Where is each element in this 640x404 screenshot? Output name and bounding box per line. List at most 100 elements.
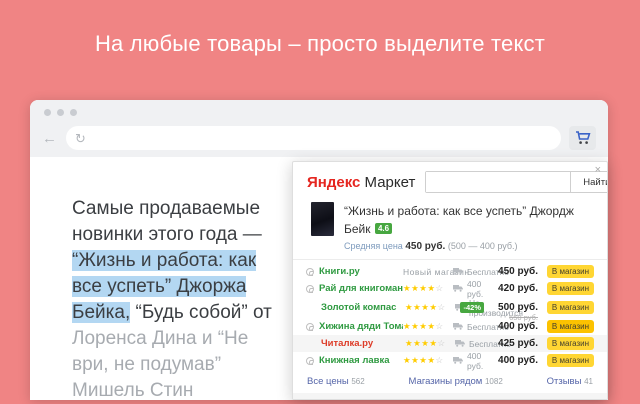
browser-toolbar: ← ↻ bbox=[30, 126, 608, 150]
delivery-info: Бесплатно bbox=[455, 339, 511, 349]
article-segment: Самые продаваемые новинки этого года — bbox=[72, 198, 262, 245]
offer-row: Книги.ру Новый магазин Бесплатно 450 руб… bbox=[293, 263, 607, 280]
popup-footer-links: Все цены 562 Магазины рядом 1082 Отзывы … bbox=[293, 369, 607, 393]
window-dot-icon bbox=[57, 109, 64, 116]
star-full-icon: ★★★★ bbox=[403, 283, 436, 293]
yandex-market-logo[interactable]: Яндекс Маркет bbox=[307, 174, 415, 191]
delivery-text: 400 руб. bbox=[467, 278, 484, 299]
offers-list: Книги.ру Новый магазин Бесплатно 450 руб… bbox=[293, 259, 607, 371]
star-empty-icon: ☆ bbox=[435, 355, 444, 365]
shop-note: Новый магазин bbox=[403, 266, 470, 277]
offer-price: 400 руб. bbox=[498, 321, 538, 332]
search-button[interactable]: Найти bbox=[570, 172, 607, 192]
star-empty-icon: ☆ bbox=[435, 283, 444, 293]
average-price-value: 450 руб. bbox=[405, 241, 446, 252]
nearby-shops-count: 1082 bbox=[484, 377, 503, 386]
to-shop-button[interactable]: В магазин bbox=[547, 265, 594, 278]
average-price-line: Средняя цена 450 руб. (500 — 400 руб.) bbox=[344, 241, 593, 252]
article-text: Самые продаваемые новинки этого года — “… bbox=[72, 196, 282, 404]
popup-header: Яндекс Маркет Найти bbox=[293, 162, 607, 199]
banner-title: На любые товары – просто выделите текст bbox=[94, 31, 546, 56]
nearby-shops-label: Магазины рядом bbox=[408, 376, 483, 387]
truck-icon bbox=[453, 285, 463, 292]
offer-price: 500 руб. 650 руб. bbox=[488, 302, 538, 322]
offer-row: Рай для книгоманов ★★★★☆ 400 руб. 420 ру… bbox=[293, 279, 607, 299]
star-full-icon: ★★★★ bbox=[403, 321, 436, 331]
browser-window: ← ↻ Самые продаваемые новинки этого года… bbox=[30, 100, 608, 401]
article-segment: Лоренса Дина и “Не ври, не подумав” Мише… bbox=[72, 328, 249, 401]
shop-link[interactable]: Рай для книгоманов bbox=[319, 283, 403, 294]
truck-icon bbox=[455, 340, 465, 347]
shop-link[interactable]: Книжная лавка bbox=[319, 355, 403, 366]
offer-row: Хижина дяди Тома ★★★★☆ Бесплатно 400 руб… bbox=[293, 318, 607, 335]
window-dot-icon bbox=[70, 109, 77, 116]
price-range: (500 — 400 руб.) bbox=[447, 241, 518, 251]
reload-icon[interactable]: ↻ bbox=[75, 132, 86, 145]
book-cover-thumbnail bbox=[311, 202, 334, 236]
article-segment: “Будь собой” от bbox=[130, 302, 272, 323]
rating-badge: 4.6 bbox=[374, 223, 393, 234]
delivery-info: Бесплатно bbox=[453, 267, 509, 277]
search-input[interactable] bbox=[426, 172, 571, 192]
star-empty-icon: ☆ bbox=[435, 321, 444, 331]
shop-rating-stars: ★★★★☆ bbox=[405, 302, 455, 313]
address-bar[interactable]: ↻ bbox=[66, 126, 561, 150]
to-shop-button[interactable]: В магазин bbox=[547, 337, 594, 350]
reviews-count: 41 bbox=[584, 377, 593, 386]
offer-row: Книжная лавка ★★★★☆ 400 руб. 400 руб. В … bbox=[293, 350, 607, 371]
offer-price: 420 руб. bbox=[498, 283, 538, 294]
truck-icon bbox=[453, 323, 463, 330]
browser-chrome: ← ↻ bbox=[30, 100, 608, 157]
offer-price: 450 руб. bbox=[498, 266, 538, 277]
star-full-icon: ★★★★ bbox=[405, 302, 438, 312]
to-shop-button[interactable]: В магазин bbox=[547, 354, 594, 367]
logo-market: Маркет bbox=[364, 173, 416, 191]
shop-rating-stars: ★★★★☆ bbox=[403, 355, 453, 366]
shop-link[interactable]: Читалка.ру bbox=[321, 338, 405, 349]
shop-favicon-icon bbox=[306, 356, 314, 365]
to-shop-button[interactable]: В магазин bbox=[547, 282, 594, 295]
all-prices-label: Все цены bbox=[307, 376, 349, 387]
shop-rating-stars: ★★★★☆ bbox=[403, 283, 453, 294]
shop-favicon-icon bbox=[306, 267, 314, 276]
product-info: “Жизнь и работа: как все успеть” Джордж … bbox=[344, 202, 593, 252]
logo-yandex: Яндекс bbox=[307, 173, 361, 191]
market-extension-button[interactable] bbox=[569, 126, 596, 150]
shop-rating-stars: ★★★★☆ bbox=[405, 338, 455, 349]
all-prices-link[interactable]: Все цены 562 bbox=[307, 376, 365, 387]
reviews-link[interactable]: Отзывы 41 bbox=[547, 376, 593, 387]
reviews-label: Отзывы bbox=[546, 376, 582, 387]
current-shop-bar: Вы на странице магазина Magazzzinne.ru ★… bbox=[293, 393, 607, 399]
delivery-info: Бесплатно bbox=[453, 322, 509, 332]
all-prices-count: 562 bbox=[351, 377, 365, 386]
nearby-shops-link[interactable]: Магазины рядом 1082 bbox=[409, 376, 503, 387]
delivery-info: 400 руб. bbox=[453, 279, 488, 299]
truck-icon bbox=[453, 357, 463, 364]
average-price-label: Средняя цена bbox=[344, 241, 403, 251]
star-empty-icon: ☆ bbox=[437, 302, 446, 312]
shop-link[interactable]: Хижина дяди Тома bbox=[319, 321, 403, 332]
offer-row: Золотой компас ★★★★☆ Не производится -42… bbox=[293, 297, 607, 322]
star-full-icon: ★★★★ bbox=[405, 338, 438, 348]
star-empty-icon: ☆ bbox=[437, 338, 446, 348]
close-icon[interactable]: × bbox=[595, 164, 601, 176]
to-shop-button[interactable]: В магазин bbox=[547, 320, 594, 333]
offer-row: Читалка.ру ★★★★☆ Бесплатно 425 руб. В ма… bbox=[293, 335, 607, 352]
offer-price-value: 500 руб. bbox=[498, 302, 538, 313]
back-icon[interactable]: ← bbox=[42, 131, 57, 146]
shop-link[interactable]: Золотой компас bbox=[321, 302, 405, 313]
window-dot-icon bbox=[44, 109, 51, 116]
window-controls bbox=[44, 109, 77, 116]
shop-favicon-icon bbox=[306, 284, 314, 293]
discount-badge: -42% bbox=[460, 302, 484, 313]
shop-link[interactable]: Книги.ру bbox=[319, 266, 403, 277]
shop-favicon-icon bbox=[306, 322, 314, 331]
truck-icon bbox=[453, 268, 463, 275]
offer-price: 425 руб. bbox=[498, 338, 538, 349]
yandex-market-popup: × Яндекс Маркет Найти “Жизнь и работа: к… bbox=[292, 161, 608, 400]
shop-rating-stars: ★★★★☆ bbox=[403, 321, 453, 332]
to-shop-button[interactable]: В магазин bbox=[547, 301, 594, 314]
star-full-icon: ★★★★ bbox=[403, 355, 436, 365]
shopping-cart-icon bbox=[575, 131, 590, 144]
delivery-text: 400 руб. bbox=[467, 350, 484, 371]
